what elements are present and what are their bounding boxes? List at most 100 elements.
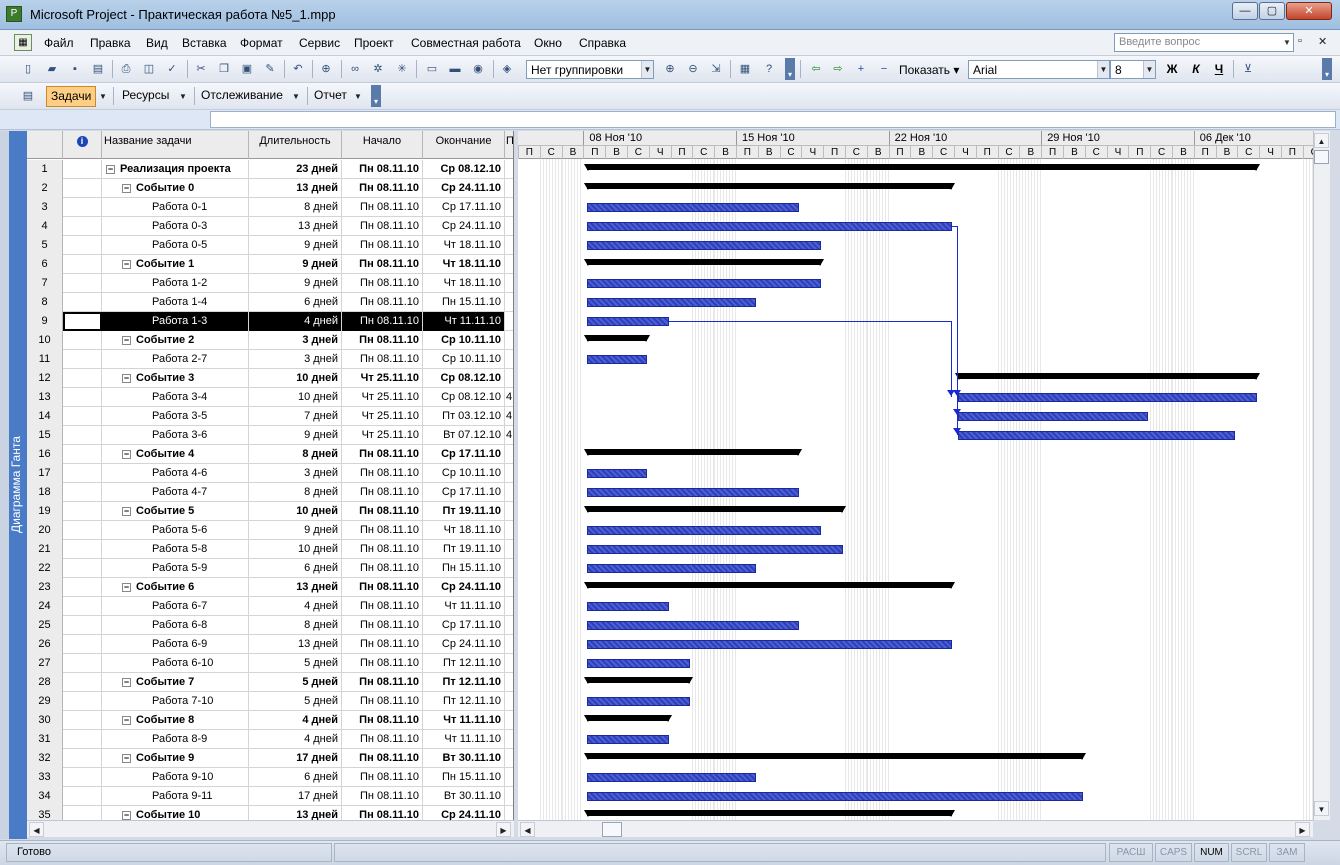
italic-button[interactable]: К — [1187, 61, 1205, 78]
predecessor-cell[interactable] — [505, 369, 513, 388]
menu-service[interactable]: Сервис — [299, 36, 340, 50]
task-name-cell[interactable]: Работа 7-10 — [102, 692, 249, 711]
table-row[interactable]: 12− Событие 3 10 дней Чт 25.11.10 Ср 08.12.1… — [27, 369, 513, 388]
chevron-down-icon[interactable]: ▼ — [641, 61, 653, 78]
finish-cell[interactable]: Пт 12.11.10 — [423, 654, 505, 673]
font-select[interactable]: Arial ▼ — [968, 60, 1110, 79]
start-cell[interactable]: Пн 08.11.10 — [342, 768, 423, 787]
filter-icon[interactable]: ⊻ — [1240, 61, 1256, 77]
start-cell[interactable]: Пн 08.11.10 — [342, 673, 423, 692]
task-bar[interactable] — [587, 792, 1083, 801]
row-id[interactable]: 11 — [27, 350, 63, 369]
start-cell[interactable]: Пн 08.11.10 — [342, 559, 423, 578]
table-row[interactable]: 7 Работа 1-2 9 дней Пн 08.11.10 Чт 18.11.10 — [27, 274, 513, 293]
header-indicators[interactable]: i — [63, 131, 102, 159]
row-indicator[interactable] — [63, 217, 102, 236]
assign-resources-icon[interactable]: ◉ — [470, 61, 486, 77]
start-cell[interactable]: Пн 08.11.10 — [342, 464, 423, 483]
cut-icon[interactable]: ✂ — [193, 61, 209, 77]
format-painter-icon[interactable]: ✎ — [262, 61, 278, 77]
row-indicator[interactable] — [63, 597, 102, 616]
task-name-cell[interactable]: Работа 6-9 — [102, 635, 249, 654]
duration-cell[interactable]: 13 дней — [249, 217, 342, 236]
task-name-cell[interactable]: Работа 9-11 — [102, 787, 249, 806]
finish-cell[interactable]: Ср 24.11.10 — [423, 179, 505, 198]
task-name-cell[interactable]: − Событие 0 — [102, 179, 249, 198]
start-cell[interactable]: Пн 08.11.10 — [342, 749, 423, 768]
task-name-cell[interactable]: − Реализация проекта — [102, 160, 249, 179]
start-cell[interactable]: Пн 08.11.10 — [342, 255, 423, 274]
table-row[interactable]: 28− Событие 75 дней Пн 08.11.10 Пт 12.11.10 — [27, 673, 513, 692]
chevron-down-icon[interactable]: ▼ — [97, 87, 109, 106]
row-id[interactable]: 26 — [27, 635, 63, 654]
duration-cell[interactable]: 6 дней — [249, 559, 342, 578]
start-cell[interactable]: Пн 08.11.10 — [342, 217, 423, 236]
finish-cell[interactable]: Чт 11.11.10 — [423, 711, 505, 730]
row-id[interactable]: 35 — [27, 806, 63, 820]
tab-tasks[interactable]: Задачи — [46, 86, 97, 107]
collapse-icon[interactable]: − — [122, 184, 131, 193]
header-name[interactable]: Название задачи — [102, 131, 249, 159]
start-cell[interactable]: Пн 08.11.10 — [342, 483, 423, 502]
finish-cell[interactable]: Ср 10.11.10 — [423, 350, 505, 369]
table-row[interactable]: 9 Работа 1-3 4 дней Пн 08.11.10 Чт 11.11.10 — [27, 312, 513, 331]
predecessor-cell[interactable] — [505, 597, 513, 616]
zoom-in-icon[interactable]: ⊕ — [662, 61, 678, 77]
row-id[interactable]: 29 — [27, 692, 63, 711]
finish-cell[interactable]: Чт 18.11.10 — [423, 255, 505, 274]
duration-cell[interactable]: 5 дней — [249, 673, 342, 692]
task-name-cell[interactable]: Работа 6-10 — [102, 654, 249, 673]
row-indicator[interactable] — [63, 312, 102, 331]
start-cell[interactable]: Пн 08.11.10 — [342, 540, 423, 559]
finish-cell[interactable]: Ср 17.11.10 — [423, 483, 505, 502]
view-bar[interactable]: Диаграмма Ганта — [9, 131, 27, 839]
task-name-cell[interactable]: − Событие 6 — [102, 578, 249, 597]
scroll-thumb[interactable] — [602, 822, 622, 837]
spelling-icon[interactable]: ✓ — [164, 61, 180, 77]
row-indicator[interactable] — [63, 160, 102, 179]
predecessor-cell[interactable] — [505, 274, 513, 293]
summary-bar[interactable] — [584, 506, 846, 513]
row-id[interactable]: 9 — [27, 312, 63, 331]
task-info-icon[interactable]: ▭ — [424, 61, 440, 77]
start-cell[interactable]: Пн 08.11.10 — [342, 331, 423, 350]
duration-cell[interactable]: 10 дней — [249, 502, 342, 521]
open-icon[interactable]: ▰ — [44, 61, 60, 77]
scroll-right-icon[interactable]: ▶ — [1295, 822, 1310, 837]
duration-cell[interactable]: 10 дней — [249, 540, 342, 559]
task-name-cell[interactable]: − Событие 4 — [102, 445, 249, 464]
toolbar-options-icon[interactable]: ▾ — [785, 58, 795, 80]
tab-resources[interactable]: Ресурсы — [118, 86, 173, 107]
finish-cell[interactable]: Ср 17.11.10 — [423, 445, 505, 464]
task-name-cell[interactable]: Работа 0-3 — [102, 217, 249, 236]
summary-bar[interactable] — [584, 715, 672, 722]
task-name-cell[interactable]: − Событие 1 — [102, 255, 249, 274]
task-name-cell[interactable]: − Событие 9 — [102, 749, 249, 768]
header-predecessors[interactable]: П — [505, 131, 513, 159]
table-row[interactable]: 10− Событие 23 дней Пн 08.11.10 Ср 10.11.10 — [27, 331, 513, 350]
duration-cell[interactable]: 9 дней — [249, 426, 342, 445]
start-cell[interactable]: Пн 08.11.10 — [342, 654, 423, 673]
scroll-down-icon[interactable]: ▼ — [1314, 801, 1329, 816]
table-row[interactable]: 27 Работа 6-10 5 дней Пн 08.11.10 Пт 12.11.1… — [27, 654, 513, 673]
predecessor-cell[interactable] — [505, 673, 513, 692]
bold-button[interactable]: Ж — [1163, 61, 1181, 78]
grouping-select[interactable]: Нет группировки ▼ — [526, 60, 654, 79]
task-bar[interactable] — [587, 697, 691, 706]
start-cell[interactable]: Пн 08.11.10 — [342, 502, 423, 521]
duration-cell[interactable]: 4 дней — [249, 711, 342, 730]
row-id[interactable]: 10 — [27, 331, 63, 350]
row-indicator[interactable] — [63, 749, 102, 768]
row-indicator[interactable] — [63, 236, 102, 255]
finish-cell[interactable]: Пт 12.11.10 — [423, 692, 505, 711]
document-icon[interactable]: ▦ — [14, 34, 32, 51]
predecessor-cell[interactable] — [505, 445, 513, 464]
goto-task-icon[interactable]: ⇲ — [708, 61, 724, 77]
summary-bar[interactable] — [584, 449, 803, 456]
arrow-left-icon[interactable]: ⇦ — [808, 61, 824, 77]
task-name-cell[interactable]: Работа 9-10 — [102, 768, 249, 787]
start-cell[interactable]: Пн 08.11.10 — [342, 806, 423, 820]
predecessor-cell[interactable] — [505, 635, 513, 654]
summary-bar[interactable] — [584, 259, 824, 266]
task-name-cell[interactable]: Работа 2-7 — [102, 350, 249, 369]
